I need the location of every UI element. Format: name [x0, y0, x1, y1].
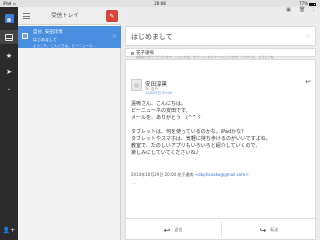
inbox-button[interactable]	[0, 30, 18, 44]
battery-icon	[309, 2, 316, 6]
more-icon: ⌄	[6, 86, 12, 92]
wifi-icon: ≈	[12, 1, 16, 6]
forward-icon: ↪	[259, 225, 267, 235]
body-line: メールを、ありがとう (^^ゞ	[131, 115, 202, 121]
list-item-subject: はじめまして	[33, 36, 57, 42]
device-label: iPad ≈	[3, 1, 16, 6]
star-icon: ★	[5, 52, 13, 60]
body-line: 楽しみにしていてくださいね♪	[131, 150, 199, 156]
reply-label: 返信	[174, 227, 183, 232]
more-vertical-icon[interactable]: ⋮	[311, 8, 316, 13]
account-button[interactable]	[0, 11, 18, 25]
add-account-button[interactable]: 👤+	[0, 223, 18, 237]
body-line: ビーニューネの安田です。	[131, 108, 191, 114]
divider	[221, 222, 222, 238]
clock: 20:08	[154, 1, 166, 6]
starred-button[interactable]: ★	[0, 49, 18, 63]
archive-icon[interactable]: ▣	[286, 8, 291, 13]
pencil-icon: ✎	[109, 12, 115, 20]
forward-label: 転送	[270, 227, 279, 232]
list-item-snippet: ようこそ、こんにちは。ビーニューネ…	[33, 43, 96, 48]
body-line: 教室で、たのしいアプリもいろいろと紹介していくので、	[131, 143, 261, 149]
reply-button[interactable]: ↩ 返信	[128, 222, 218, 238]
list-item-selected[interactable]: 自分, 安田淳黒 はじめまして ようこそ、こんにちは。ビーニューネ… ☆	[18, 26, 121, 48]
star-icon[interactable]: ☆	[112, 33, 117, 40]
list-header: 受信トレイ ✎	[18, 7, 121, 25]
quoted-header: 2014年10月29日 20:00 花子遠嗚 <ebphanako@gmail.…	[131, 172, 250, 178]
thread-subject: はじめまして	[131, 33, 173, 41]
body-line: タブレットやスマホは、気軽に持ち歩けるのがいいですよね。	[131, 136, 271, 142]
add-account-icon: 👤+	[2, 226, 16, 234]
folder-title: 受信トレイ	[51, 13, 79, 19]
reply-icon: ↩	[163, 225, 171, 235]
battery-indicator: 77%	[299, 1, 316, 6]
detail-toolbar: ▣ 🗑 ⋮	[121, 7, 320, 15]
body-line: 遠嗚さん、こんにちは。	[131, 101, 187, 107]
reply-icon[interactable]: ↩	[305, 78, 311, 86]
quoted-header-text: 2014年10月29日 20:00 花子遠嗚	[131, 172, 194, 177]
more-button[interactable]: ⌄	[0, 82, 18, 96]
app-screen: iPad ≈ 20:08 77% ★ ➤ ⌄ 👤+ 受信トレイ ✎ 自分, 安田…	[0, 0, 320, 240]
account-icon	[4, 13, 14, 23]
inbox-icon	[5, 33, 13, 41]
subject-header: はじめまして ☆	[125, 26, 316, 46]
expanded-message: 安田淳黒 To: 自分 10月29日 20:00 ↩ 遠嗚さん、こんにちは。 ビ…	[125, 59, 316, 222]
star-icon[interactable]: ☆	[305, 32, 311, 40]
message-detail-pane: ▣ 🗑 ⋮ はじめまして ☆ 花子遠嗚 連絡ありがとうございます。こんにちは。タ…	[121, 7, 320, 240]
battery-percent: 77%	[299, 1, 308, 6]
forward-button[interactable]: ↪ 転送	[224, 222, 314, 238]
device-name: iPad	[3, 1, 12, 6]
status-bar: iPad ≈ 20:08 77%	[0, 0, 320, 7]
action-bar: ↩ 返信 ↪ 転送	[125, 218, 316, 240]
message-date[interactable]: 10月29日 20:00	[145, 91, 172, 96]
collapsed-message[interactable]: 花子遠嗚 連絡ありがとうございます。こんにちは。タブレットからメールしています。…	[125, 48, 316, 59]
send-icon: ➤	[6, 68, 12, 76]
quoted-email-link[interactable]: <ebphanako@gmail.com>:	[195, 172, 250, 177]
menu-icon[interactable]	[23, 13, 30, 19]
message-list-pane: 受信トレイ ✎ 自分, 安田淳黒 はじめまして ようこそ、こんにちは。ビーニュー…	[18, 7, 121, 240]
compose-button[interactable]: ✎	[106, 10, 118, 22]
body-line	[131, 122, 271, 129]
message-body: 遠嗚さん、こんにちは。 ビーニューネの安田です。 メールを、ありがとう (^^ゞ…	[131, 101, 271, 157]
body-line: タブレットは、何を使っているのかな。iPadかな？	[131, 129, 247, 135]
avatar	[131, 52, 134, 55]
trash-icon[interactable]: 🗑	[299, 8, 305, 13]
avatar	[131, 79, 142, 91]
navigation-rail: ★ ➤ ⌄ 👤+	[0, 7, 18, 240]
show-quoted-text[interactable]: …	[131, 180, 136, 186]
sent-button[interactable]: ➤	[0, 65, 18, 79]
list-item-sender: 自分, 安田淳黒	[33, 30, 63, 35]
select-checkbox[interactable]	[22, 33, 28, 39]
